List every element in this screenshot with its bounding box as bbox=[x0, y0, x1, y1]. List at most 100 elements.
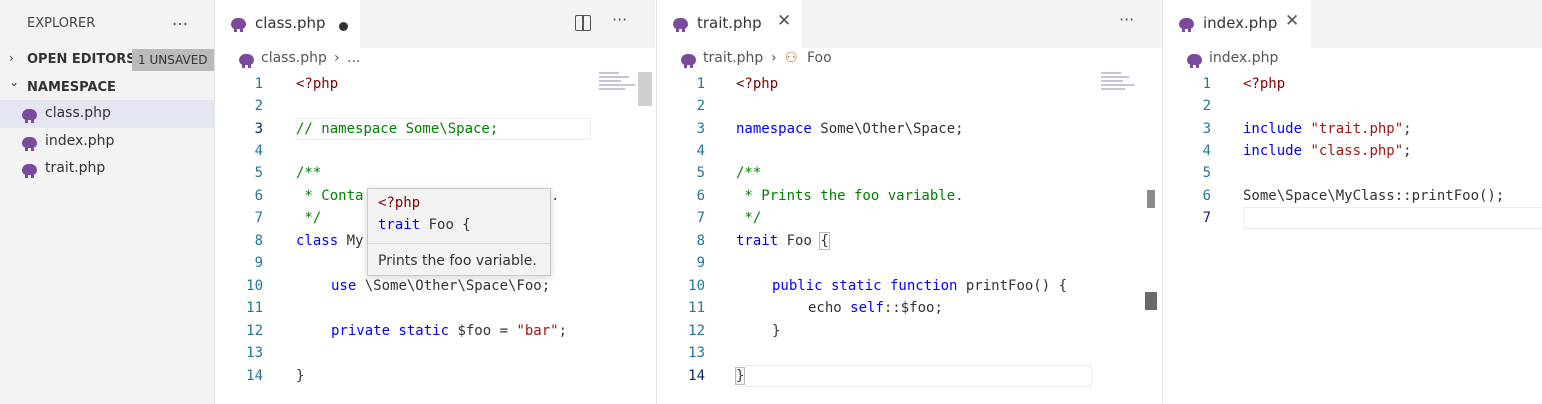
line-number: 6 bbox=[1202, 188, 1211, 204]
code-line: } bbox=[296, 368, 305, 384]
line-number: 8 bbox=[254, 233, 263, 249]
close-icon[interactable]: ✕ bbox=[777, 11, 791, 31]
split-editor-icon[interactable] bbox=[575, 15, 591, 31]
breadcrumb-separator: › bbox=[334, 50, 340, 66]
code-line: <?php bbox=[736, 76, 779, 92]
line-number: 5 bbox=[254, 165, 263, 181]
unsaved-dot-icon[interactable] bbox=[339, 22, 348, 31]
line-number: 2 bbox=[254, 98, 263, 114]
code-line: echo self::$foo; bbox=[808, 300, 943, 316]
more-actions-icon[interactable]: ··· bbox=[1119, 10, 1134, 29]
breadcrumb-rest[interactable]: ... bbox=[347, 50, 360, 66]
tab-trait-php[interactable]: trait.php ✕ bbox=[657, 0, 802, 48]
minimap[interactable] bbox=[599, 72, 639, 112]
line-number: 3 bbox=[696, 121, 705, 137]
line-number: 5 bbox=[1202, 165, 1211, 181]
line-number: 7 bbox=[1202, 210, 1211, 226]
breadcrumb-separator: › bbox=[771, 50, 777, 66]
code-line: private static $foo = "bar"; bbox=[331, 323, 568, 339]
code-line: } bbox=[734, 367, 746, 385]
file-item-class-php[interactable]: class.php bbox=[0, 100, 214, 128]
line-number: 7 bbox=[254, 210, 263, 226]
php-file-icon bbox=[239, 54, 254, 68]
explorer-title: EXPLORER bbox=[27, 16, 96, 31]
line-number: 2 bbox=[696, 98, 705, 114]
code-line: * Prints the foo variable. bbox=[736, 188, 964, 204]
line-number: 1 bbox=[696, 76, 705, 92]
close-icon[interactable]: ✕ bbox=[1285, 11, 1299, 31]
php-file-icon bbox=[673, 18, 688, 32]
php-file-icon bbox=[231, 18, 246, 32]
line-number: 14 bbox=[688, 368, 705, 384]
line-number: 12 bbox=[688, 323, 705, 339]
line-number: 2 bbox=[1202, 98, 1211, 114]
line-number: 10 bbox=[688, 278, 705, 294]
line-number: 13 bbox=[246, 345, 263, 361]
file-item-index-php[interactable]: index.php bbox=[0, 128, 214, 156]
code-line: use \Some\Other\Space\Foo; bbox=[331, 278, 551, 294]
code-line: */ bbox=[296, 210, 322, 226]
open-editors-section[interactable]: › OPEN EDITORS 1 UNSAVED bbox=[0, 47, 214, 73]
code-line: include "class.php"; bbox=[1243, 143, 1412, 159]
scrollbar-slider[interactable] bbox=[1147, 190, 1155, 208]
code-line: include "trait.php"; bbox=[1243, 121, 1412, 137]
file-item-trait-php[interactable]: trait.php bbox=[0, 155, 214, 183]
more-actions-icon[interactable]: … bbox=[172, 10, 189, 29]
code-line: } bbox=[772, 323, 781, 339]
code-line: /** bbox=[296, 165, 322, 181]
symbol-class-icon: ⚇ bbox=[785, 50, 798, 66]
tab-class-php[interactable]: class.php bbox=[215, 0, 360, 48]
line-number: 1 bbox=[254, 76, 263, 92]
minimap[interactable] bbox=[1101, 72, 1141, 112]
line-number: 6 bbox=[696, 188, 705, 204]
code-line: public static function printFoo() { bbox=[772, 278, 1068, 294]
breadcrumb-file[interactable]: class.php bbox=[261, 50, 327, 66]
line-number: 3 bbox=[254, 121, 263, 137]
hover-doc-text: Prints the foo variable. bbox=[378, 253, 537, 269]
line-number: 9 bbox=[254, 255, 263, 271]
breadcrumb-file[interactable]: index.php bbox=[1209, 50, 1278, 66]
code-line: class My bbox=[296, 233, 364, 249]
line-number: 5 bbox=[696, 165, 705, 181]
line-number: 6 bbox=[254, 188, 263, 204]
breadcrumb-symbol[interactable]: Foo bbox=[807, 50, 832, 66]
open-editors-label: OPEN EDITORS bbox=[27, 52, 136, 67]
code-line: */ bbox=[736, 210, 762, 226]
vertical-scrollbar[interactable] bbox=[638, 72, 652, 106]
tab-index-php[interactable]: index.php ✕ bbox=[1163, 0, 1311, 48]
chevron-right-icon: › bbox=[9, 51, 14, 65]
line-number: 11 bbox=[688, 300, 705, 316]
more-actions-icon[interactable]: ··· bbox=[612, 10, 627, 29]
line-number: 13 bbox=[688, 345, 705, 361]
code-line: . bbox=[551, 188, 560, 204]
code-line: namespace Some\Other\Space; bbox=[736, 121, 964, 137]
line-number: 7 bbox=[696, 210, 705, 226]
php-file-icon bbox=[1179, 18, 1194, 32]
breadcrumb-file[interactable]: trait.php bbox=[703, 50, 763, 66]
line-number: 12 bbox=[246, 323, 263, 339]
editor-group-3: index.php ✕ index.php 1 2 3 4 5 6 7 <?ph… bbox=[1162, 0, 1542, 404]
tab-label: class.php bbox=[255, 14, 326, 32]
tab-bar: index.php ✕ bbox=[1163, 0, 1542, 48]
scrollbar-slider[interactable] bbox=[1145, 292, 1157, 310]
hover-code-line: <?php bbox=[378, 195, 421, 211]
code-line: Some\Space\MyClass::printFoo(); bbox=[1243, 188, 1505, 204]
tab-bar: class.php ··· bbox=[215, 0, 655, 48]
line-number: 4 bbox=[1202, 143, 1211, 159]
code-line: <?php bbox=[296, 76, 339, 92]
current-line-highlight bbox=[736, 365, 1092, 387]
php-file-icon bbox=[1187, 54, 1202, 68]
file-name: trait.php bbox=[45, 160, 106, 176]
namespace-folder-section[interactable]: ⌄ NAMESPACE bbox=[0, 75, 214, 101]
code-line: trait Foo { bbox=[736, 232, 830, 250]
hover-code-line: trait Foo { bbox=[378, 217, 471, 233]
line-number: 3 bbox=[1202, 121, 1211, 137]
line-number: 4 bbox=[696, 143, 705, 159]
unsaved-badge: 1 UNSAVED bbox=[132, 49, 214, 71]
line-number: 4 bbox=[254, 143, 263, 159]
file-name: class.php bbox=[45, 105, 111, 121]
line-number: 9 bbox=[696, 255, 705, 271]
chevron-down-icon: ⌄ bbox=[9, 75, 20, 89]
tab-label: trait.php bbox=[697, 14, 762, 32]
namespace-label: NAMESPACE bbox=[27, 80, 116, 95]
